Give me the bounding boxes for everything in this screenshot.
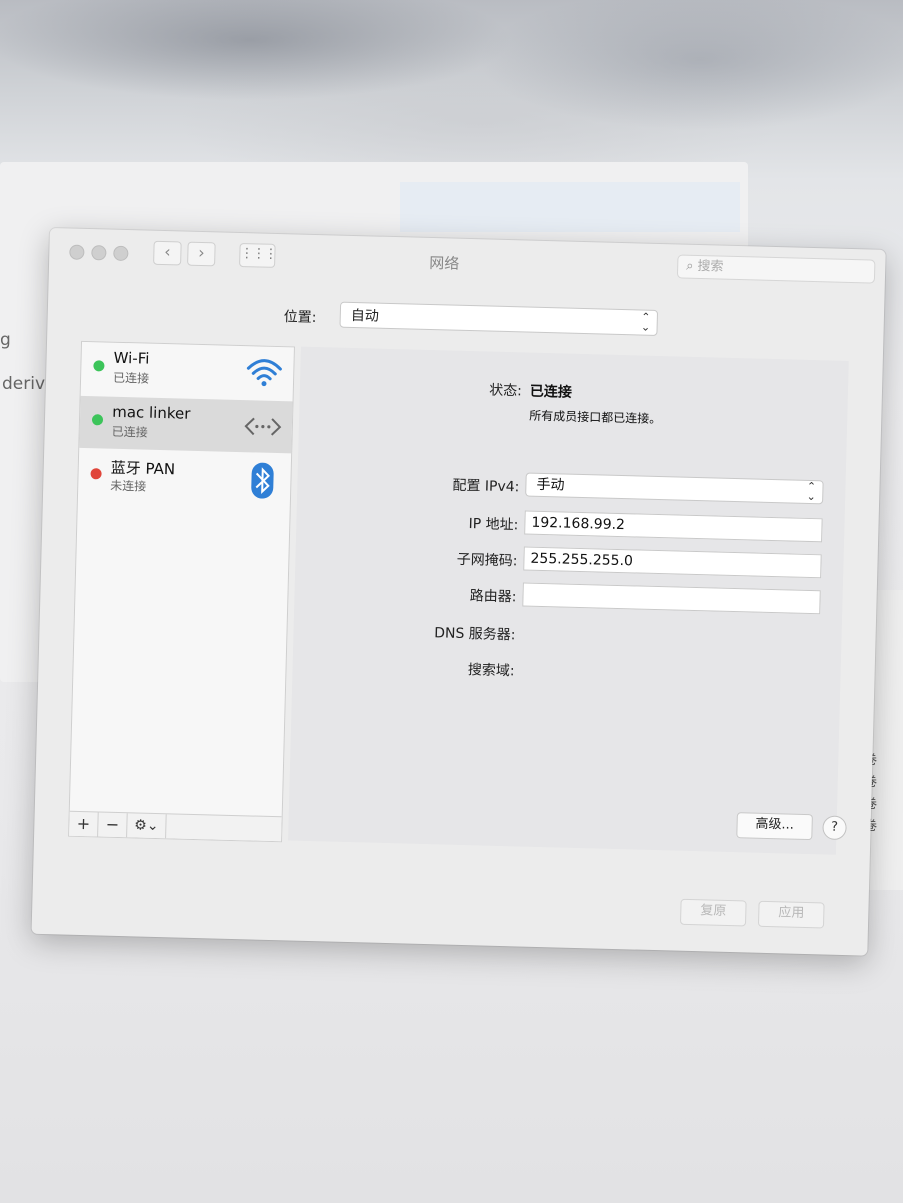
- configure-ipv4-label: 配置 IPv4:: [452, 477, 520, 496]
- zoom-window-button[interactable]: [113, 245, 129, 262]
- ip-address-field[interactable]: 192.168.99.2: [524, 510, 823, 543]
- chevron-updown-icon: ⌃ ⌄: [806, 479, 817, 504]
- service-name: mac linker: [111, 402, 191, 423]
- configure-ipv4-select[interactable]: 手动 ⌃ ⌄: [525, 472, 824, 505]
- show-all-grid-button[interactable]: ⋮⋮⋮: [239, 242, 277, 268]
- minimize-window-button[interactable]: [91, 245, 107, 261]
- window-title: 网络: [428, 253, 460, 273]
- status-dot: [91, 414, 104, 426]
- ethernet-arrows-icon: [244, 417, 282, 436]
- location-label: 位置:: [283, 309, 317, 327]
- status-label: 状态:: [488, 382, 523, 400]
- help-button[interactable]: ?: [822, 815, 847, 841]
- bluetooth-icon: [251, 462, 274, 499]
- router-field[interactable]: [522, 582, 821, 615]
- forward-button[interactable]: ›: [187, 241, 216, 267]
- service-status: 未连接: [110, 478, 147, 494]
- service-status: 已连接: [112, 370, 150, 386]
- subnet-mask-label: 子网掩码:: [456, 551, 518, 570]
- search-icon: ⌕: [686, 258, 694, 274]
- background-text: g: [0, 330, 11, 350]
- service-detail-pane: 状态: 已连接 所有成员接口都已连接。 配置 IPv4: 手动 ⌃ ⌄ IP 地址…: [288, 346, 849, 855]
- service-item-mac-linker[interactable]: mac linker 已连接: [79, 395, 293, 454]
- back-button[interactable]: ‹: [153, 240, 182, 266]
- service-list: Wi-Fi 已连接 mac linker 已连接 蓝牙 PAN 未连接 + − …: [68, 340, 295, 843]
- configure-ipv4-value: 手动: [536, 476, 565, 494]
- status-dot: [93, 360, 105, 372]
- gear-icon[interactable]: ⚙︎⌄: [127, 813, 167, 839]
- search-placeholder: 搜索: [697, 258, 724, 275]
- status-note: 所有成员接口都已连接。: [529, 408, 662, 427]
- status-dot: [90, 468, 102, 480]
- advanced-button[interactable]: 高级...: [736, 812, 813, 841]
- apply-button[interactable]: 应用: [757, 900, 825, 929]
- revert-button[interactable]: 复原: [679, 898, 747, 927]
- service-name: Wi-Fi: [113, 348, 150, 368]
- service-item-bluetooth-pan[interactable]: 蓝牙 PAN 未连接: [78, 450, 291, 508]
- background-window-header: [400, 182, 740, 232]
- close-window-button[interactable]: [69, 244, 85, 260]
- location-value: 自动: [350, 307, 380, 325]
- network-preferences-window: ‹ › ⋮⋮⋮ 网络 ⌕ 搜索 位置: 自动 ⌃ ⌄ Wi-Fi 已连接 mac…: [31, 228, 886, 956]
- search-domains-label: 搜索域:: [467, 662, 515, 680]
- service-list-toolbar: + − ⚙︎⌄: [69, 810, 282, 842]
- photo-background: [0, 0, 903, 180]
- service-status: 已连接: [111, 424, 148, 440]
- status-value: 已连接: [529, 383, 573, 401]
- location-select[interactable]: 自动 ⌃ ⌄: [339, 301, 659, 336]
- ip-address-label: IP 地址:: [468, 516, 519, 534]
- remove-service-button[interactable]: −: [98, 812, 128, 838]
- wifi-icon: [246, 359, 282, 387]
- add-service-button[interactable]: +: [69, 811, 99, 837]
- service-item-wifi[interactable]: Wi-Fi 已连接: [81, 342, 294, 400]
- dns-servers-label: DNS 服务器:: [434, 625, 516, 644]
- chevron-updown-icon: ⌃ ⌄: [640, 310, 651, 334]
- search-field[interactable]: ⌕ 搜索: [676, 254, 876, 284]
- router-label: 路由器:: [469, 588, 517, 606]
- subnet-mask-field[interactable]: 255.255.255.0: [523, 546, 822, 579]
